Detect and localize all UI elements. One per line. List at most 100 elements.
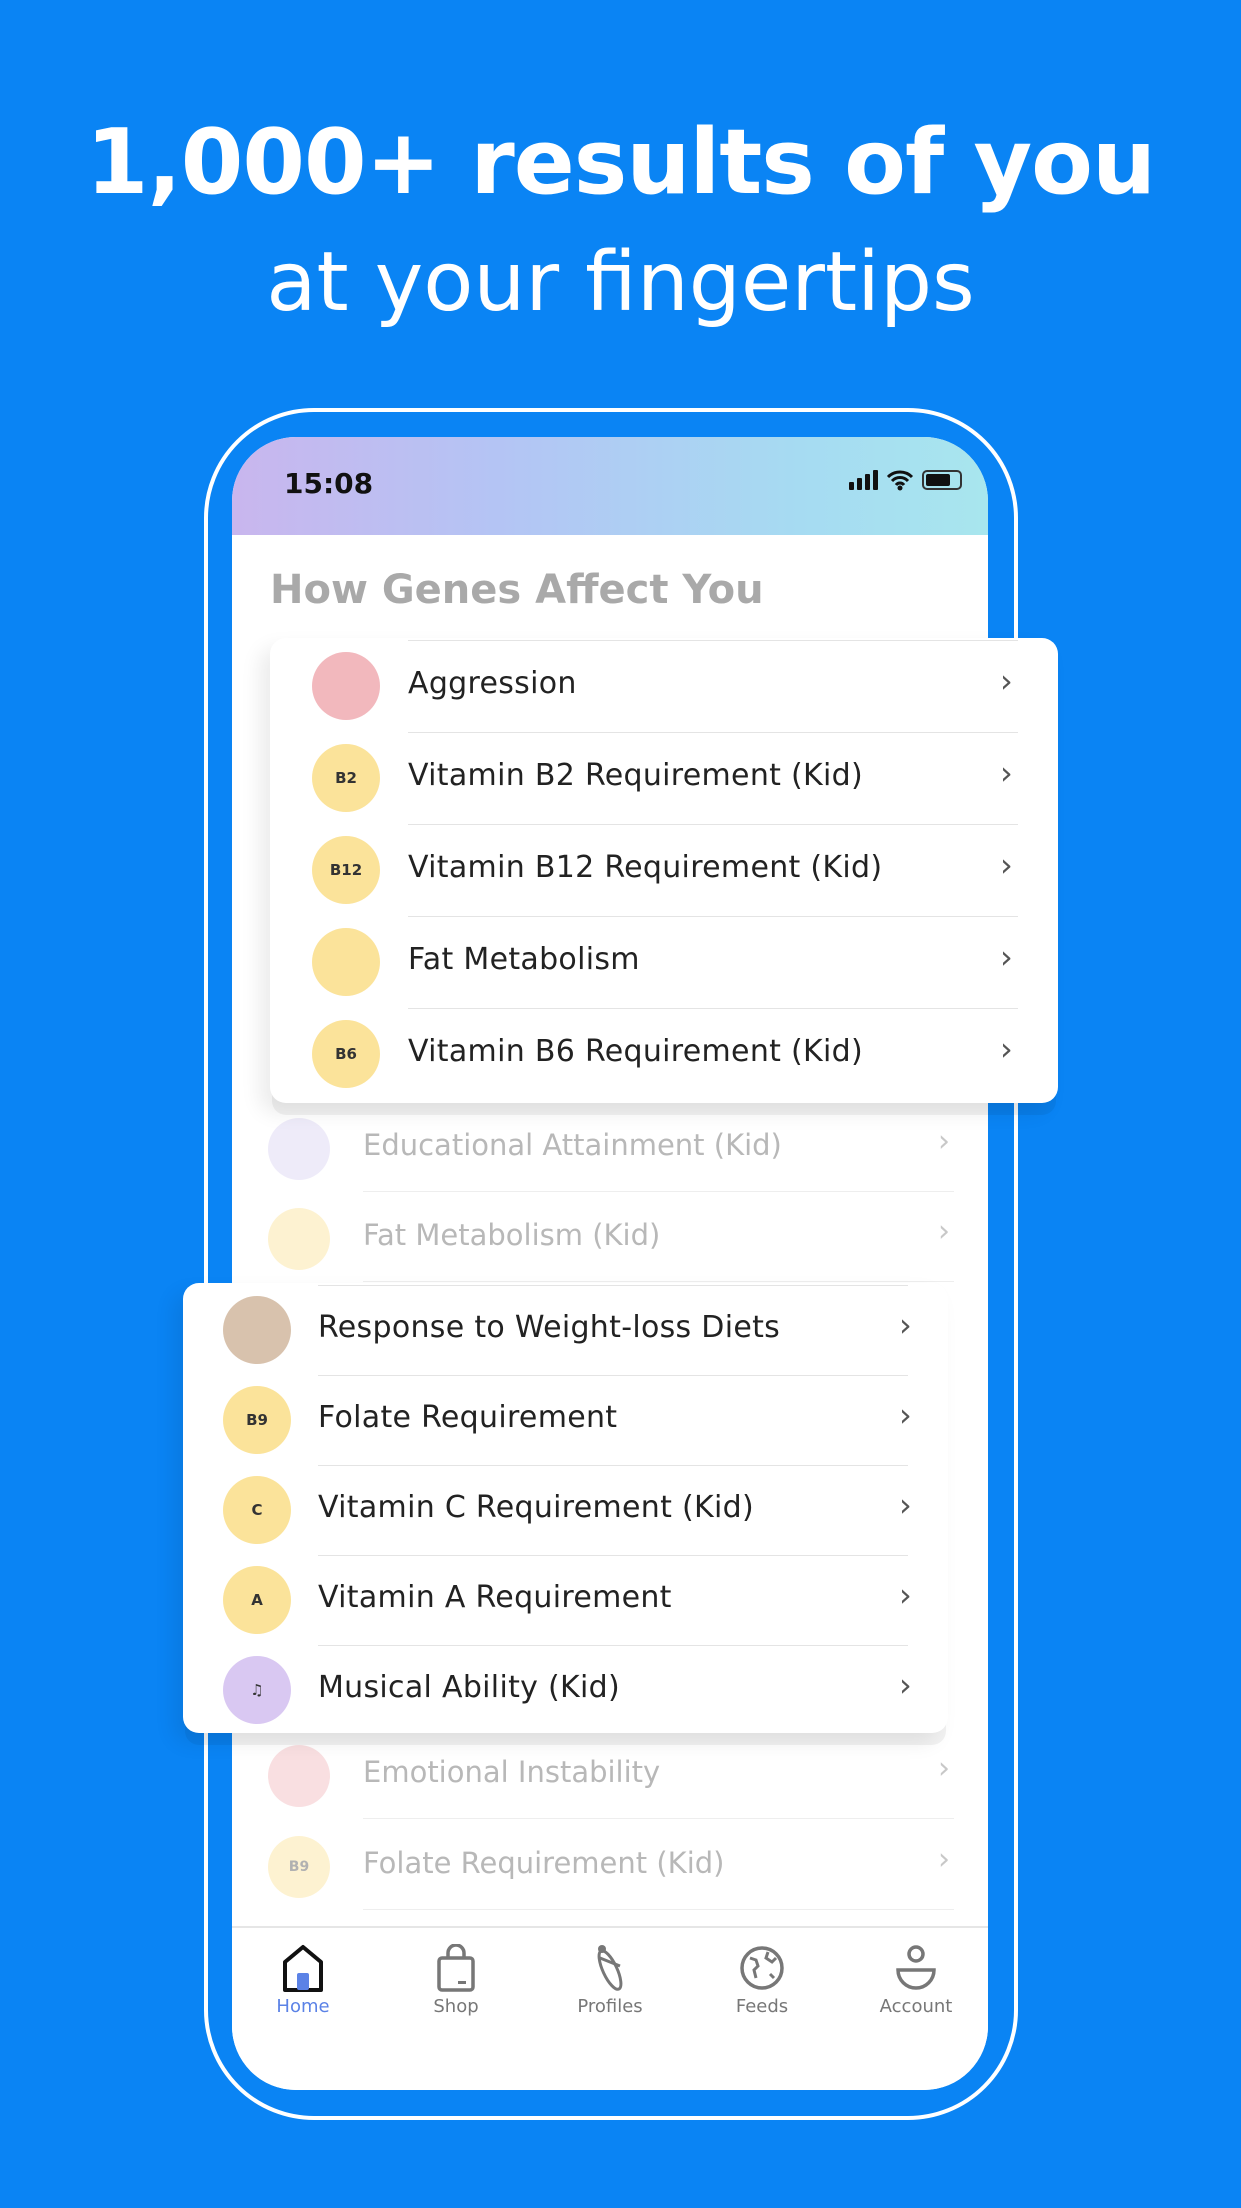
divider (363, 1281, 954, 1282)
chevron-right-icon: › (938, 1214, 950, 1249)
icon-badge: C (251, 1501, 263, 1519)
icon-badge: A (251, 1591, 263, 1609)
headline-line2: at your fingertips (266, 235, 975, 330)
vitamin-pill-icon: B9 (223, 1386, 291, 1454)
chevron-right-icon: › (1000, 754, 1013, 792)
list-item-label: Vitamin C Requirement (Kid) (318, 1490, 754, 1525)
music-notes-icon: ♫ (223, 1656, 291, 1724)
divider (408, 916, 1018, 917)
vitamin-pill-icon: B12 (312, 836, 380, 904)
list-item-label: Musical Ability (Kid) (318, 1670, 620, 1705)
list-item[interactable]: Aggression › (270, 640, 1058, 732)
faces-icon (268, 1745, 330, 1807)
angry-face-icon (312, 652, 380, 720)
list-item[interactable]: B9 Folate Requirement (Kid) › (232, 1820, 988, 1910)
list-item[interactable]: ♫ Musical Ability (Kid) › (183, 1645, 948, 1735)
list-item[interactable]: Educational Attainment (Kid) › (232, 1102, 988, 1192)
status-bar: 15:08 (232, 437, 988, 535)
tab-profiles[interactable]: Profiles (550, 1944, 670, 2017)
graduation-cap-icon (268, 1118, 330, 1180)
tab-label: Feeds (735, 1996, 789, 2017)
icon-badge: B9 (288, 1859, 310, 1875)
vitamin-pill-icon: B2 (312, 744, 380, 812)
shopping-bag-icon (396, 1944, 516, 1992)
apple-scale-icon (223, 1296, 291, 1364)
chevron-right-icon: › (1000, 846, 1013, 884)
divider (363, 1818, 954, 1819)
list-item[interactable]: B2 Vitamin B2 Requirement (Kid) › (270, 732, 1058, 824)
list-item[interactable]: B6 Vitamin B6 Requirement (Kid) › (270, 1008, 1058, 1100)
icon-badge: B2 (335, 769, 357, 787)
list-item-label: Vitamin B2 Requirement (Kid) (408, 758, 863, 793)
icon-badge: ♫ (250, 1681, 264, 1699)
icon-badge: B12 (329, 861, 363, 879)
list-item-label: Folate Requirement (318, 1400, 618, 1435)
tab-feeds[interactable]: Feeds (702, 1944, 822, 2017)
tab-account[interactable]: Account (856, 1944, 976, 2017)
metabolism-cycle-icon (312, 928, 380, 996)
status-time: 15:08 (284, 467, 374, 500)
tab-label: Home (276, 1996, 330, 2017)
divider (408, 732, 1018, 733)
divider (318, 1555, 908, 1556)
list-item[interactable]: B12 Vitamin B12 Requirement (Kid) › (270, 824, 1058, 916)
chevron-right-icon: › (938, 1751, 950, 1786)
icon-badge: B6 (335, 1045, 357, 1063)
bottom-tab-bar: Home Shop Profiles Feeds Account (232, 1926, 988, 2090)
list-item[interactable]: Emotional Instability › (232, 1729, 988, 1819)
list-item[interactable]: B9 Folate Requirement › (183, 1375, 948, 1465)
chevron-right-icon: › (899, 1486, 912, 1524)
divider (318, 1375, 908, 1376)
chevron-right-icon: › (938, 1842, 950, 1877)
list-item-label: Folate Requirement (Kid) (363, 1846, 725, 1880)
divider (318, 1465, 908, 1466)
headline-line1: 1,000+ results of you (85, 110, 1156, 215)
home-icon (243, 1944, 363, 1992)
divider (363, 1909, 954, 1910)
chevron-right-icon: › (899, 1396, 912, 1434)
tab-shop[interactable]: Shop (396, 1944, 516, 2017)
highlight-card-bottom: Response to Weight-loss Diets › B9 Folate R… (183, 1283, 948, 1733)
list-item[interactable]: Fat Metabolism › (270, 916, 1058, 1008)
page-title: How Genes Affect You (270, 567, 764, 613)
list-item[interactable]: C Vitamin C Requirement (Kid) › (183, 1465, 948, 1555)
list-item-label: Response to Weight-loss Diets (318, 1310, 781, 1345)
tab-home[interactable]: Home (243, 1944, 363, 2017)
list-item-label: Fat Metabolism (408, 942, 640, 977)
highlight-card-top: Aggression › B2 Vitamin B2 Requirement (Kid… (270, 638, 1058, 1103)
chevron-right-icon: › (899, 1306, 912, 1344)
vitamin-pill-icon: C (223, 1476, 291, 1544)
vitamin-pill-icon: A (223, 1566, 291, 1634)
tab-label: Shop (433, 1996, 479, 2017)
list-item-label: Vitamin A Requirement (318, 1580, 672, 1615)
chevron-right-icon: › (1000, 1030, 1013, 1068)
chevron-right-icon: › (1000, 938, 1013, 976)
chevron-right-icon: › (938, 1124, 950, 1159)
vitamin-pill-icon: B9 (268, 1836, 330, 1898)
battery-icon (922, 470, 962, 490)
divider (318, 1645, 908, 1646)
signal-icon (849, 470, 878, 490)
divider (318, 1285, 908, 1286)
dna-person-icon (550, 1944, 670, 1992)
list-item[interactable]: A Vitamin A Requirement › (183, 1555, 948, 1645)
chevron-right-icon: › (899, 1666, 912, 1704)
list-item[interactable]: Response to Weight-loss Diets › (183, 1285, 948, 1375)
divider (408, 824, 1018, 825)
account-icon (856, 1944, 976, 1992)
list-item-label: Emotional Instability (363, 1755, 661, 1789)
list-item-label: Educational Attainment (Kid) (363, 1128, 782, 1162)
globe-icon (702, 1944, 822, 1992)
list-item-label: Aggression (408, 666, 577, 701)
list-item-label: Fat Metabolism (Kid) (363, 1218, 661, 1252)
tab-label: Profiles (577, 1996, 643, 2017)
vitamin-pill-icon: B6 (312, 1020, 380, 1088)
list-item[interactable]: Fat Metabolism (Kid) › (232, 1192, 988, 1282)
icon-badge: B9 (246, 1411, 268, 1429)
tab-label: Account (879, 1996, 953, 2017)
chevron-right-icon: › (899, 1576, 912, 1614)
wifi-icon (886, 470, 914, 491)
divider (408, 1008, 1018, 1009)
chevron-right-icon: › (1000, 662, 1013, 700)
metabolism-cycle-icon (268, 1208, 330, 1270)
